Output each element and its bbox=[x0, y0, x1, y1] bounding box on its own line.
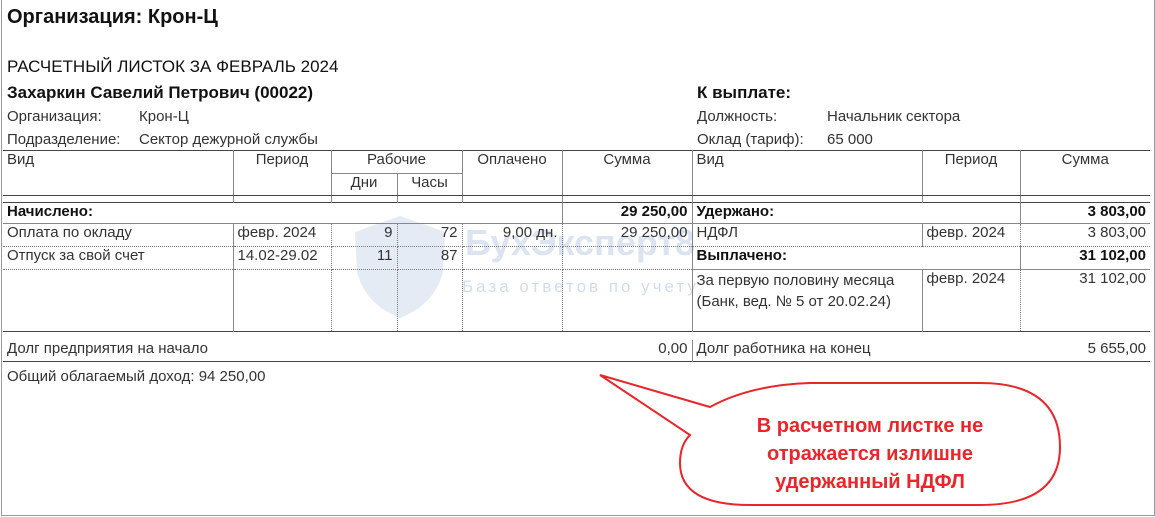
r-col-type: Вид bbox=[691, 150, 923, 196]
paid-label: Выплачено: bbox=[691, 246, 1021, 270]
to-pay-label: К выплате: bbox=[697, 83, 792, 102]
col-hours: Часы bbox=[396, 173, 463, 196]
salary-label: Оклад (тариф): bbox=[697, 131, 804, 148]
paid-total: 31 102,00 bbox=[1020, 246, 1150, 270]
row-days: 9 bbox=[330, 223, 398, 247]
row-hours: 87 bbox=[396, 246, 463, 270]
r-col-period: Период bbox=[921, 150, 1021, 196]
col-period: Период bbox=[232, 150, 332, 196]
row-type: Оплата по окладу bbox=[3, 223, 234, 247]
col-work: Рабочие bbox=[330, 150, 463, 174]
ndfl-label: НДФЛ bbox=[691, 223, 923, 247]
payslip-table: Вид Период Рабочие Оплачено Сумма Вид Пе… bbox=[3, 150, 1150, 362]
accrued-total: 29 250,00 bbox=[562, 202, 693, 224]
callout-text: В расчетном листке не отражается излишне… bbox=[756, 415, 984, 493]
row-sum: 29 250,00 bbox=[561, 223, 693, 247]
paid-row-period: февр. 2024 bbox=[921, 269, 1021, 332]
col-paid: Оплачено bbox=[461, 150, 563, 196]
dept-value: Сектор дежурной службы bbox=[139, 131, 318, 148]
debt-start-value: 0,00 bbox=[562, 339, 693, 362]
org-value: Крон-Ц bbox=[139, 108, 189, 125]
row-type: Отпуск за свой счет bbox=[3, 246, 234, 270]
withheld-total: 3 803,00 bbox=[1020, 202, 1150, 224]
ndfl-sum: 3 803,00 bbox=[1019, 223, 1150, 247]
ndfl-period: февр. 2024 bbox=[921, 223, 1021, 247]
row-period: февр. 2024 bbox=[232, 223, 332, 247]
debt-end-label: Долг работника на конец bbox=[691, 339, 1020, 362]
row-hours: 72 bbox=[396, 223, 463, 247]
col-sum: Сумма bbox=[561, 150, 693, 196]
salary-value: 65 000 bbox=[827, 131, 873, 148]
col-type: Вид bbox=[3, 150, 234, 196]
r-col-sum: Сумма bbox=[1019, 150, 1150, 196]
row-period: 14.02-29.02 bbox=[232, 246, 332, 270]
position-value: Начальник сектора bbox=[827, 108, 961, 125]
table-row: За первую половину месяца (Банк, вед. № … bbox=[3, 269, 1150, 332]
row-sum bbox=[561, 246, 693, 270]
organization-title: Организация: Крон-Ц bbox=[7, 6, 218, 28]
org-label: Организация: bbox=[7, 108, 102, 125]
row-days: 11 bbox=[330, 246, 398, 270]
table-row: Отпуск за свой счет 14.02-29.02 11 87 Вы… bbox=[3, 246, 1150, 270]
debt-end-value: 5 655,00 bbox=[1087, 339, 1146, 357]
taxable-income: Общий облагаемый доход: 94 250,00 bbox=[7, 368, 266, 385]
col-days: Дни bbox=[330, 173, 398, 196]
table-row: Оплата по окладу февр. 2024 9 72 9,00 дн… bbox=[3, 223, 1150, 247]
dept-label: Подразделение: bbox=[7, 131, 121, 148]
debt-start-label: Долг предприятия на начало bbox=[7, 339, 208, 357]
row-paid: 9,00 дн. bbox=[461, 223, 563, 247]
row-paid bbox=[461, 246, 563, 270]
position-label: Должность: bbox=[697, 108, 778, 125]
paid-row-sum: 31 102,00 bbox=[1019, 269, 1150, 332]
employee-name: Захаркин Савелий Петрович (00022) bbox=[7, 83, 314, 102]
withheld-label: Удержано: bbox=[691, 202, 1021, 224]
paid-row-type: За первую половину месяца (Банк, вед. № … bbox=[691, 269, 923, 332]
document-title: РАСЧЕТНЫЙ ЛИСТОК ЗА ФЕВРАЛЬ 2024 bbox=[7, 57, 339, 76]
accrued-label: Начислено: bbox=[3, 202, 563, 224]
